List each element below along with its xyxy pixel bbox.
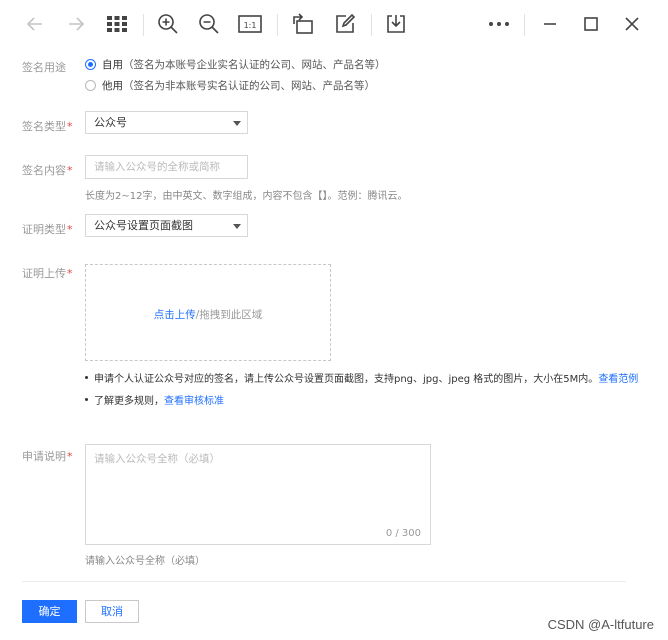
usage-option-self-label: 自用 xyxy=(102,59,123,71)
usage-option-self[interactable]: 自用 （签名为本账号企业实名认证的公司、网站、产品名等） xyxy=(85,57,386,72)
bullet-dot xyxy=(85,398,88,401)
toolbar-divider xyxy=(371,14,372,36)
maximize-icon[interactable] xyxy=(578,10,604,38)
cancel-button[interactable]: 取消 xyxy=(85,600,139,623)
sign-type-select[interactable]: 公众号 xyxy=(85,111,248,134)
upload-rule-item: 申请个人认证公众号对应的签名，请上传公众号设置页面截图，支持png、jpg、jp… xyxy=(85,370,638,385)
toolbar-divider xyxy=(524,14,525,36)
usage-option-self-desc: （签名为本账号企业实名认证的公司、网站、产品名等） xyxy=(123,59,386,71)
upload-rule-text: 申请个人认证公众号对应的签名，请上传公众号设置页面截图，支持png、jpg、jp… xyxy=(94,374,599,385)
proof-type-select[interactable]: 公众号设置页面截图 xyxy=(85,214,248,237)
sign-content-input[interactable]: 请输入公众号的全称或简称 xyxy=(85,155,248,179)
confirm-button[interactable]: 确定 xyxy=(22,600,77,623)
actual-size-icon[interactable]: 1:1 xyxy=(237,10,263,38)
back-arrow-icon[interactable] xyxy=(22,10,48,38)
description-textarea[interactable]: 请输入公众号全称（必填） 0 / 300 xyxy=(85,444,431,545)
sign-content-label: 签名内容* xyxy=(22,164,73,177)
radio-checked-icon[interactable] xyxy=(85,59,96,70)
usage-option-other[interactable]: 他用 （签名为非本账号实名认证的公司、网站、产品名等） xyxy=(85,78,375,93)
more-icon[interactable] xyxy=(486,10,512,38)
radio-unchecked-icon[interactable] xyxy=(85,80,96,91)
forward-arrow-icon[interactable] xyxy=(63,10,89,38)
proof-type-label: 证明类型* xyxy=(22,223,73,236)
sign-content-placeholder: 请输入公众号的全称或简称 xyxy=(94,161,220,173)
description-label: 申请说明* xyxy=(22,450,73,463)
actual-size-label: 1:1 xyxy=(244,21,257,30)
footer-divider xyxy=(22,581,626,582)
more-rules-text: 了解更多规则， xyxy=(94,396,164,407)
sign-content-hint: 长度为2~12字，由中英文、数字组成，内容不包含【】。范例：腾讯云。 xyxy=(85,191,408,202)
upload-drag-text: /拖拽到此区域 xyxy=(195,309,263,321)
char-counter: 0 / 300 xyxy=(385,528,421,539)
usage-label: 签名用途 xyxy=(22,61,66,74)
edit-icon[interactable] xyxy=(332,10,358,38)
toolbar-divider xyxy=(277,14,278,36)
download-icon[interactable] xyxy=(383,10,409,38)
review-standard-link[interactable]: 查看审核标准 xyxy=(164,392,224,407)
description-placeholder: 请输入公众号全称（必填） xyxy=(94,453,220,465)
grid-view-icon[interactable] xyxy=(104,10,130,38)
chevron-down-icon xyxy=(233,121,241,126)
viewer-toolbar: 1:1 xyxy=(0,0,668,50)
toolbar-divider xyxy=(143,14,144,36)
upload-prompt: 点击上传/拖拽到此区域 xyxy=(86,307,330,322)
upload-dropzone[interactable]: 点击上传/拖拽到此区域 xyxy=(85,264,331,361)
sign-type-value: 公众号 xyxy=(94,116,127,129)
rotate-icon[interactable] xyxy=(290,10,316,38)
minimize-icon[interactable] xyxy=(537,10,563,38)
description-hint: 请输入公众号全称（必填） xyxy=(85,556,205,567)
chevron-down-icon xyxy=(233,224,241,229)
watermark: CSDN @A-ltfuture xyxy=(547,617,654,632)
upload-click-link[interactable]: 点击上传 xyxy=(154,309,196,321)
bullet-dot xyxy=(85,376,88,379)
proof-type-value: 公众号设置页面截图 xyxy=(94,219,193,232)
zoom-in-icon[interactable] xyxy=(155,10,181,38)
close-icon[interactable] xyxy=(619,10,645,38)
proof-upload-label: 证明上传* xyxy=(22,267,73,280)
view-example-link[interactable]: 查看范例 xyxy=(598,370,638,385)
sign-type-label: 签名类型* xyxy=(22,120,73,133)
usage-option-other-desc: （签名为非本账号实名认证的公司、网站、产品名等） xyxy=(123,80,375,92)
upload-rule-item: 了解更多规则， 查看审核标准 xyxy=(85,392,224,407)
usage-option-other-label: 他用 xyxy=(102,80,123,92)
zoom-out-icon[interactable] xyxy=(196,10,222,38)
